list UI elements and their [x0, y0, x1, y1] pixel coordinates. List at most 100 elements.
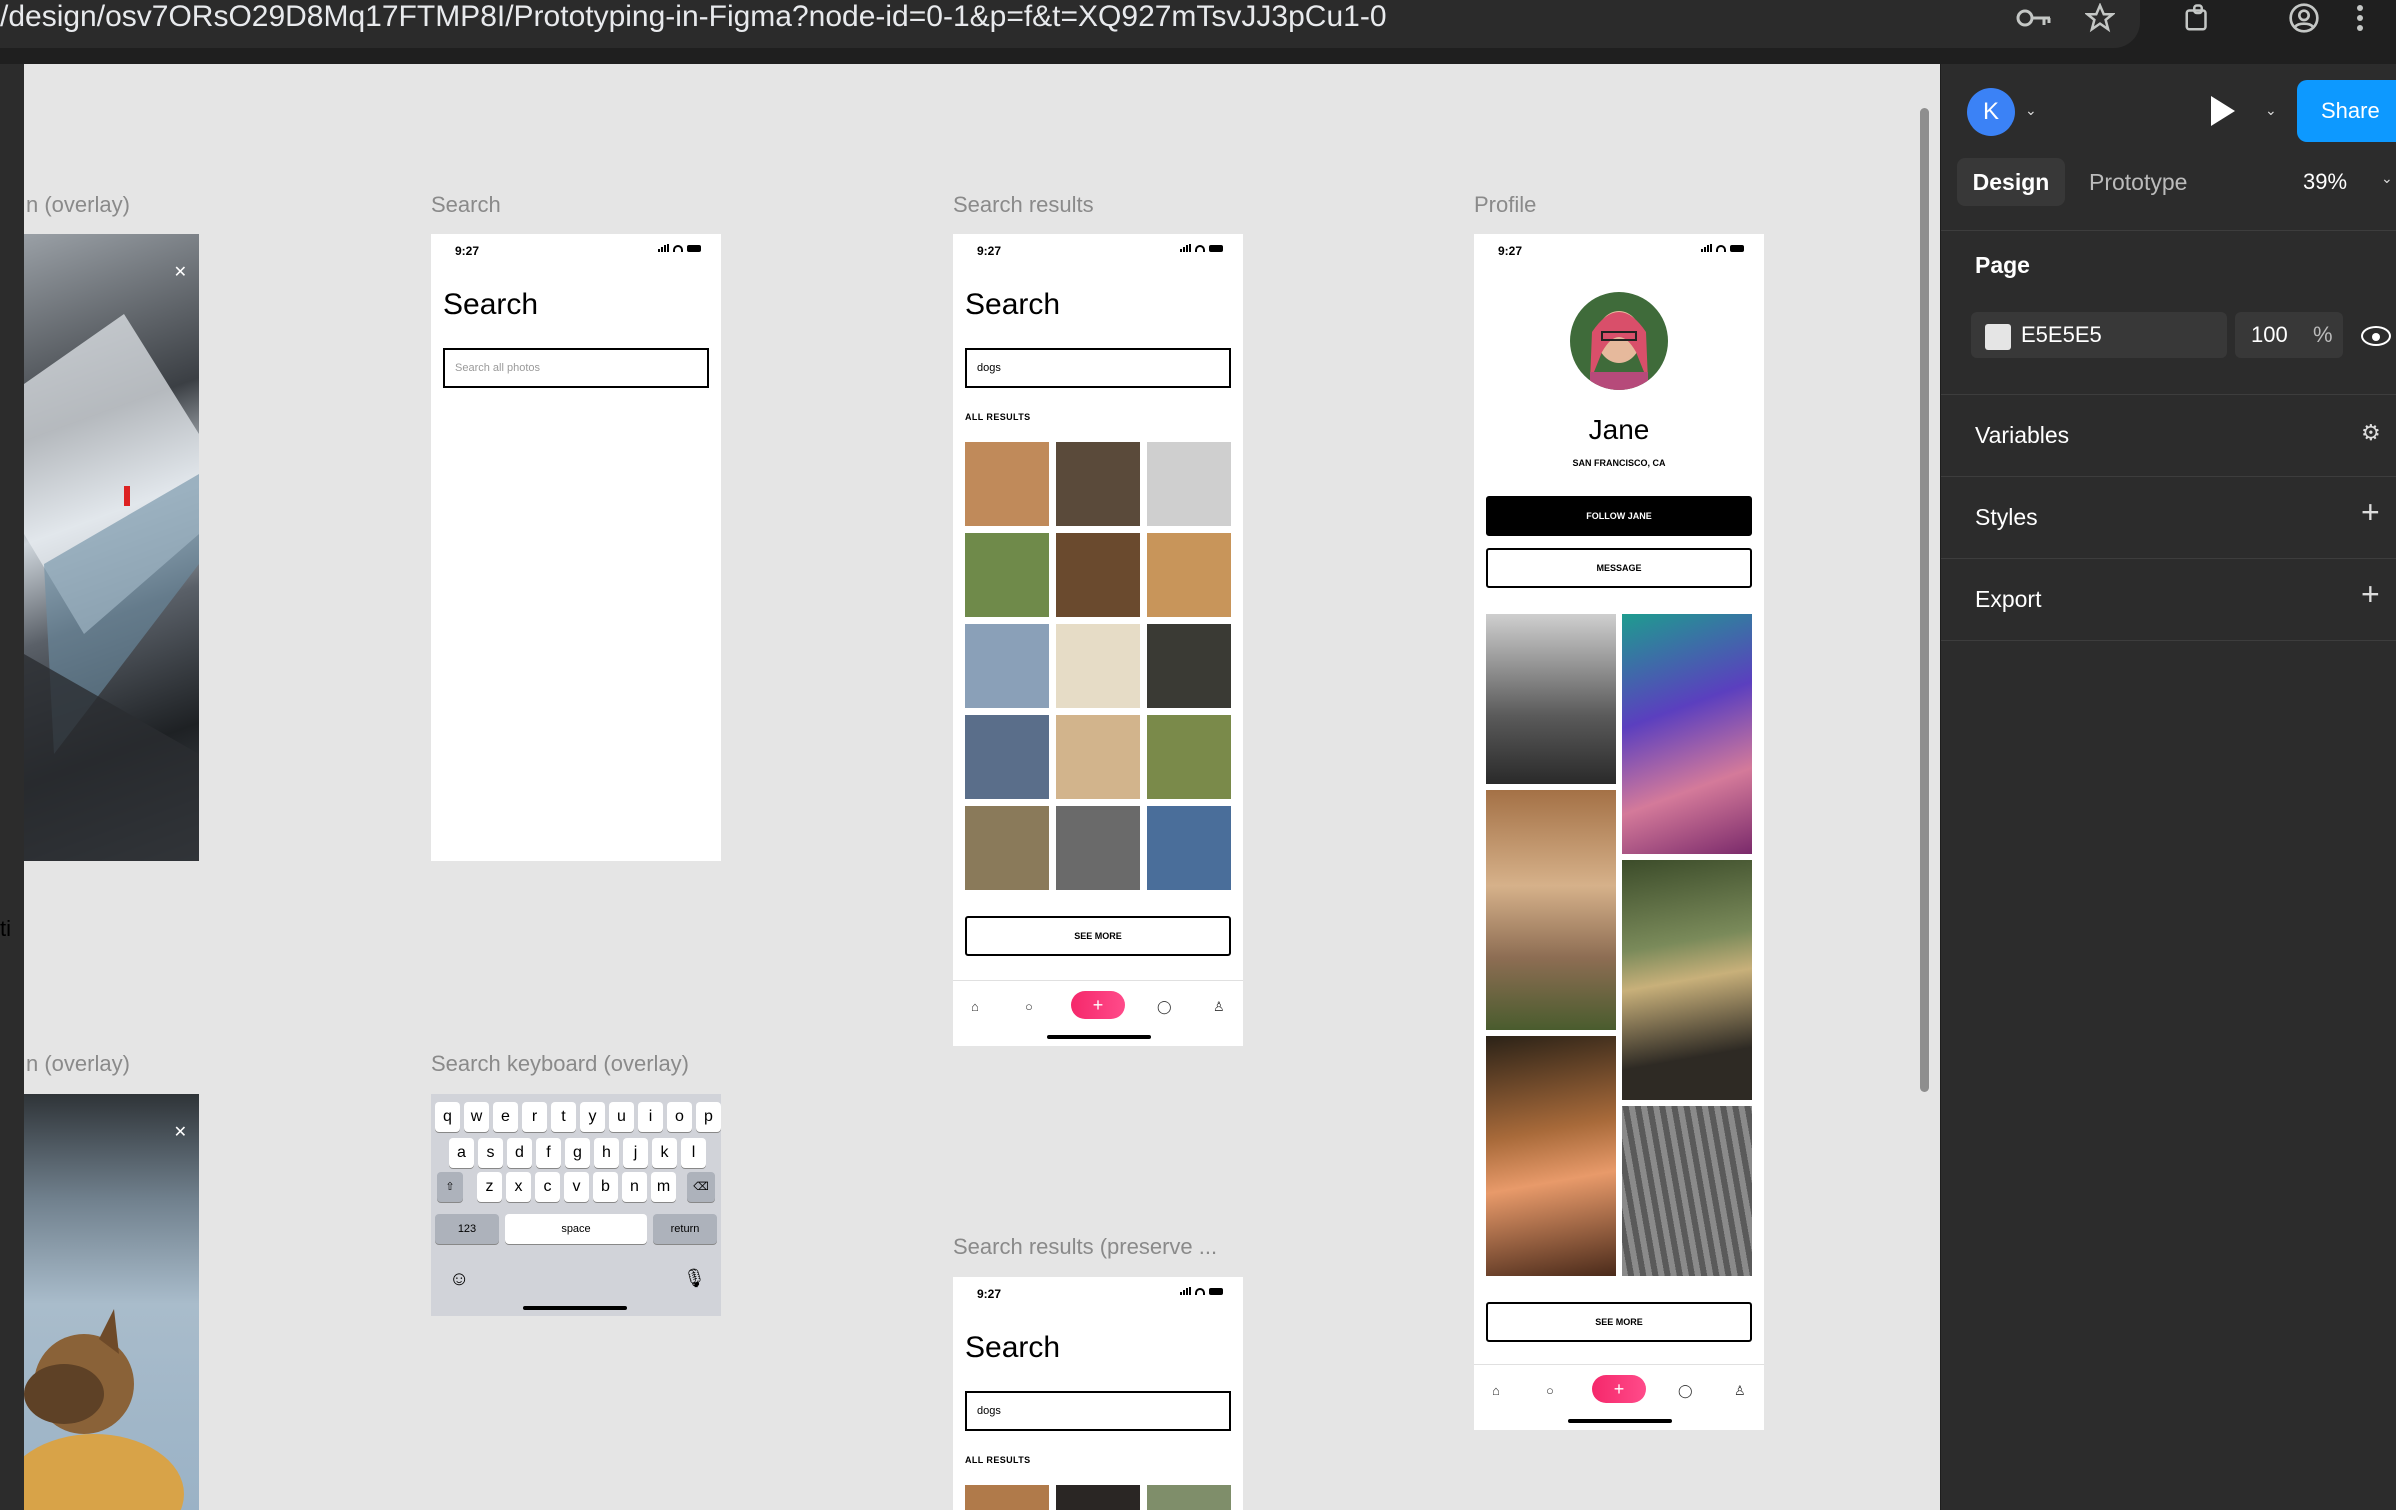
- frame-label-search-results[interactable]: Search results: [953, 192, 1094, 218]
- color-swatch[interactable]: [1985, 324, 2011, 350]
- frame-label-cutoff[interactable]: ti: [0, 916, 11, 942]
- search-icon[interactable]: ○: [1025, 999, 1033, 1014]
- space-key[interactable]: space: [505, 1214, 647, 1244]
- key-z[interactable]: z: [477, 1172, 502, 1202]
- key-t[interactable]: t: [551, 1102, 576, 1132]
- search-input[interactable]: dogs: [965, 348, 1231, 388]
- result-photo[interactable]: [1056, 442, 1140, 526]
- result-photo[interactable]: [1147, 624, 1231, 708]
- result-photo[interactable]: [965, 715, 1049, 799]
- overlay-photo-dog[interactable]: ✕: [24, 1094, 199, 1510]
- frame-search-results-preserve[interactable]: 9:27 Search dogs ALL RESULTS: [953, 1277, 1243, 1510]
- user-icon[interactable]: ♙: [1213, 999, 1225, 1015]
- key-g[interactable]: g: [565, 1138, 590, 1168]
- search-icon[interactable]: ○: [1546, 1383, 1554, 1398]
- star-icon[interactable]: [2082, 0, 2118, 36]
- profile-icon[interactable]: [2286, 0, 2322, 36]
- result-photo[interactable]: [1147, 806, 1231, 890]
- key-f[interactable]: f: [536, 1138, 561, 1168]
- microphone-icon[interactable]: 🎙: [683, 1268, 706, 1289]
- key-e[interactable]: e: [493, 1102, 518, 1132]
- key-i[interactable]: i: [638, 1102, 663, 1132]
- frame-label-profile[interactable]: Profile: [1474, 192, 1536, 218]
- profile-avatar[interactable]: [1570, 292, 1668, 390]
- profile-photo[interactable]: [1486, 614, 1616, 784]
- key-w[interactable]: w: [464, 1102, 489, 1132]
- profile-photo[interactable]: [1622, 860, 1752, 1100]
- result-photo[interactable]: [965, 1485, 1049, 1510]
- frame-label-overlay[interactable]: n (overlay): [26, 192, 130, 218]
- result-photo[interactable]: [1147, 715, 1231, 799]
- delete-key[interactable]: ⌫: [687, 1172, 715, 1202]
- result-photo[interactable]: [1147, 1485, 1231, 1510]
- result-photo[interactable]: [1056, 806, 1140, 890]
- key-x[interactable]: x: [506, 1172, 531, 1202]
- frame-search[interactable]: 9:27 Search Search all photos: [431, 234, 721, 861]
- key-a[interactable]: a: [449, 1138, 474, 1168]
- frame-label-search-keyboard[interactable]: Search keyboard (overlay): [431, 1051, 689, 1077]
- frame-search-keyboard[interactable]: ⇧ ⌫ 123 space return ☺ 🎙 qwertyuiop asdfg…: [431, 1094, 721, 1316]
- key-l[interactable]: l: [681, 1138, 706, 1168]
- key-r[interactable]: r: [522, 1102, 547, 1132]
- add-button[interactable]: +: [1592, 1375, 1646, 1403]
- profile-photo[interactable]: [1486, 1036, 1616, 1276]
- key-k[interactable]: k: [652, 1138, 677, 1168]
- key-d[interactable]: d: [507, 1138, 532, 1168]
- add-button[interactable]: +: [1071, 991, 1125, 1019]
- variables-icon[interactable]: ⚙: [2361, 420, 2381, 446]
- profile-photo[interactable]: [1622, 614, 1752, 854]
- styles-section-title[interactable]: Styles: [1975, 504, 2038, 531]
- result-photo[interactable]: [1147, 442, 1231, 526]
- key-u[interactable]: u: [609, 1102, 634, 1132]
- see-more-button[interactable]: SEE MORE: [1486, 1302, 1752, 1342]
- frame-profile[interactable]: 9:27 Jane SAN FRANCISCO, CA FOLLOW JANE …: [1474, 234, 1764, 1430]
- frame-search-results[interactable]: 9:27 Search dogs ALL RESULTS SEE MORE ⌂ …: [953, 234, 1243, 1046]
- frame-label-search[interactable]: Search: [431, 192, 501, 218]
- result-photo[interactable]: [965, 442, 1049, 526]
- result-photo[interactable]: [1147, 533, 1231, 617]
- home-icon[interactable]: ⌂: [971, 999, 979, 1014]
- result-photo[interactable]: [1056, 715, 1140, 799]
- profile-photo[interactable]: [1486, 790, 1616, 1030]
- extensions-icon[interactable]: [2180, 0, 2216, 36]
- page-color-field[interactable]: E5E5E5: [1971, 312, 2227, 358]
- chevron-down-icon[interactable]: ⌄: [2381, 170, 2393, 187]
- chat-icon[interactable]: ◯: [1678, 1383, 1693, 1399]
- play-icon[interactable]: [2211, 96, 2235, 126]
- return-key[interactable]: return: [653, 1214, 717, 1244]
- chat-icon[interactable]: ◯: [1157, 999, 1172, 1015]
- share-button[interactable]: Share: [2297, 80, 2396, 142]
- result-photo[interactable]: [965, 624, 1049, 708]
- key-v[interactable]: v: [564, 1172, 589, 1202]
- page-opacity-field[interactable]: 100 %: [2235, 312, 2343, 358]
- key-s[interactable]: s: [478, 1138, 503, 1168]
- key-y[interactable]: y: [580, 1102, 605, 1132]
- result-photo[interactable]: [965, 806, 1049, 890]
- see-more-button[interactable]: SEE MORE: [965, 916, 1231, 956]
- design-canvas[interactable]: n (overlay) Search Search results Profil…: [0, 64, 1940, 1510]
- key-h[interactable]: h: [594, 1138, 619, 1168]
- chevron-down-icon[interactable]: ⌄: [2025, 102, 2037, 119]
- user-avatar[interactable]: K: [1967, 88, 2015, 136]
- variables-section-title[interactable]: Variables: [1975, 422, 2069, 449]
- zoom-level[interactable]: 39%: [2303, 158, 2347, 206]
- key-p[interactable]: p: [696, 1102, 721, 1132]
- add-export-icon[interactable]: +: [2361, 576, 2380, 613]
- key-j[interactable]: j: [623, 1138, 648, 1168]
- user-icon[interactable]: ♙: [1734, 1383, 1746, 1399]
- canvas-scrollbar[interactable]: [1920, 108, 1929, 1092]
- search-input[interactable]: Search all photos: [443, 348, 709, 388]
- numbers-key[interactable]: 123: [435, 1214, 499, 1244]
- result-photo[interactable]: [965, 533, 1049, 617]
- chevron-down-icon[interactable]: ⌄: [2265, 102, 2277, 119]
- key-c[interactable]: c: [535, 1172, 560, 1202]
- more-icon[interactable]: [2350, 0, 2370, 36]
- url-text[interactable]: /design/osv7ORsO29D8Mq17FTMP8I/Prototypi…: [0, 0, 1960, 40]
- tab-design[interactable]: Design: [1957, 158, 2065, 206]
- result-photo[interactable]: [1056, 533, 1140, 617]
- follow-button[interactable]: FOLLOW JANE: [1486, 496, 1752, 536]
- overlay-photo-escalator[interactable]: ✕: [24, 234, 199, 861]
- search-input[interactable]: dogs: [965, 1391, 1231, 1431]
- frame-label-overlay-2[interactable]: n (overlay): [26, 1051, 130, 1077]
- frame-label-search-results-preserve[interactable]: Search results (preserve ...: [953, 1234, 1217, 1260]
